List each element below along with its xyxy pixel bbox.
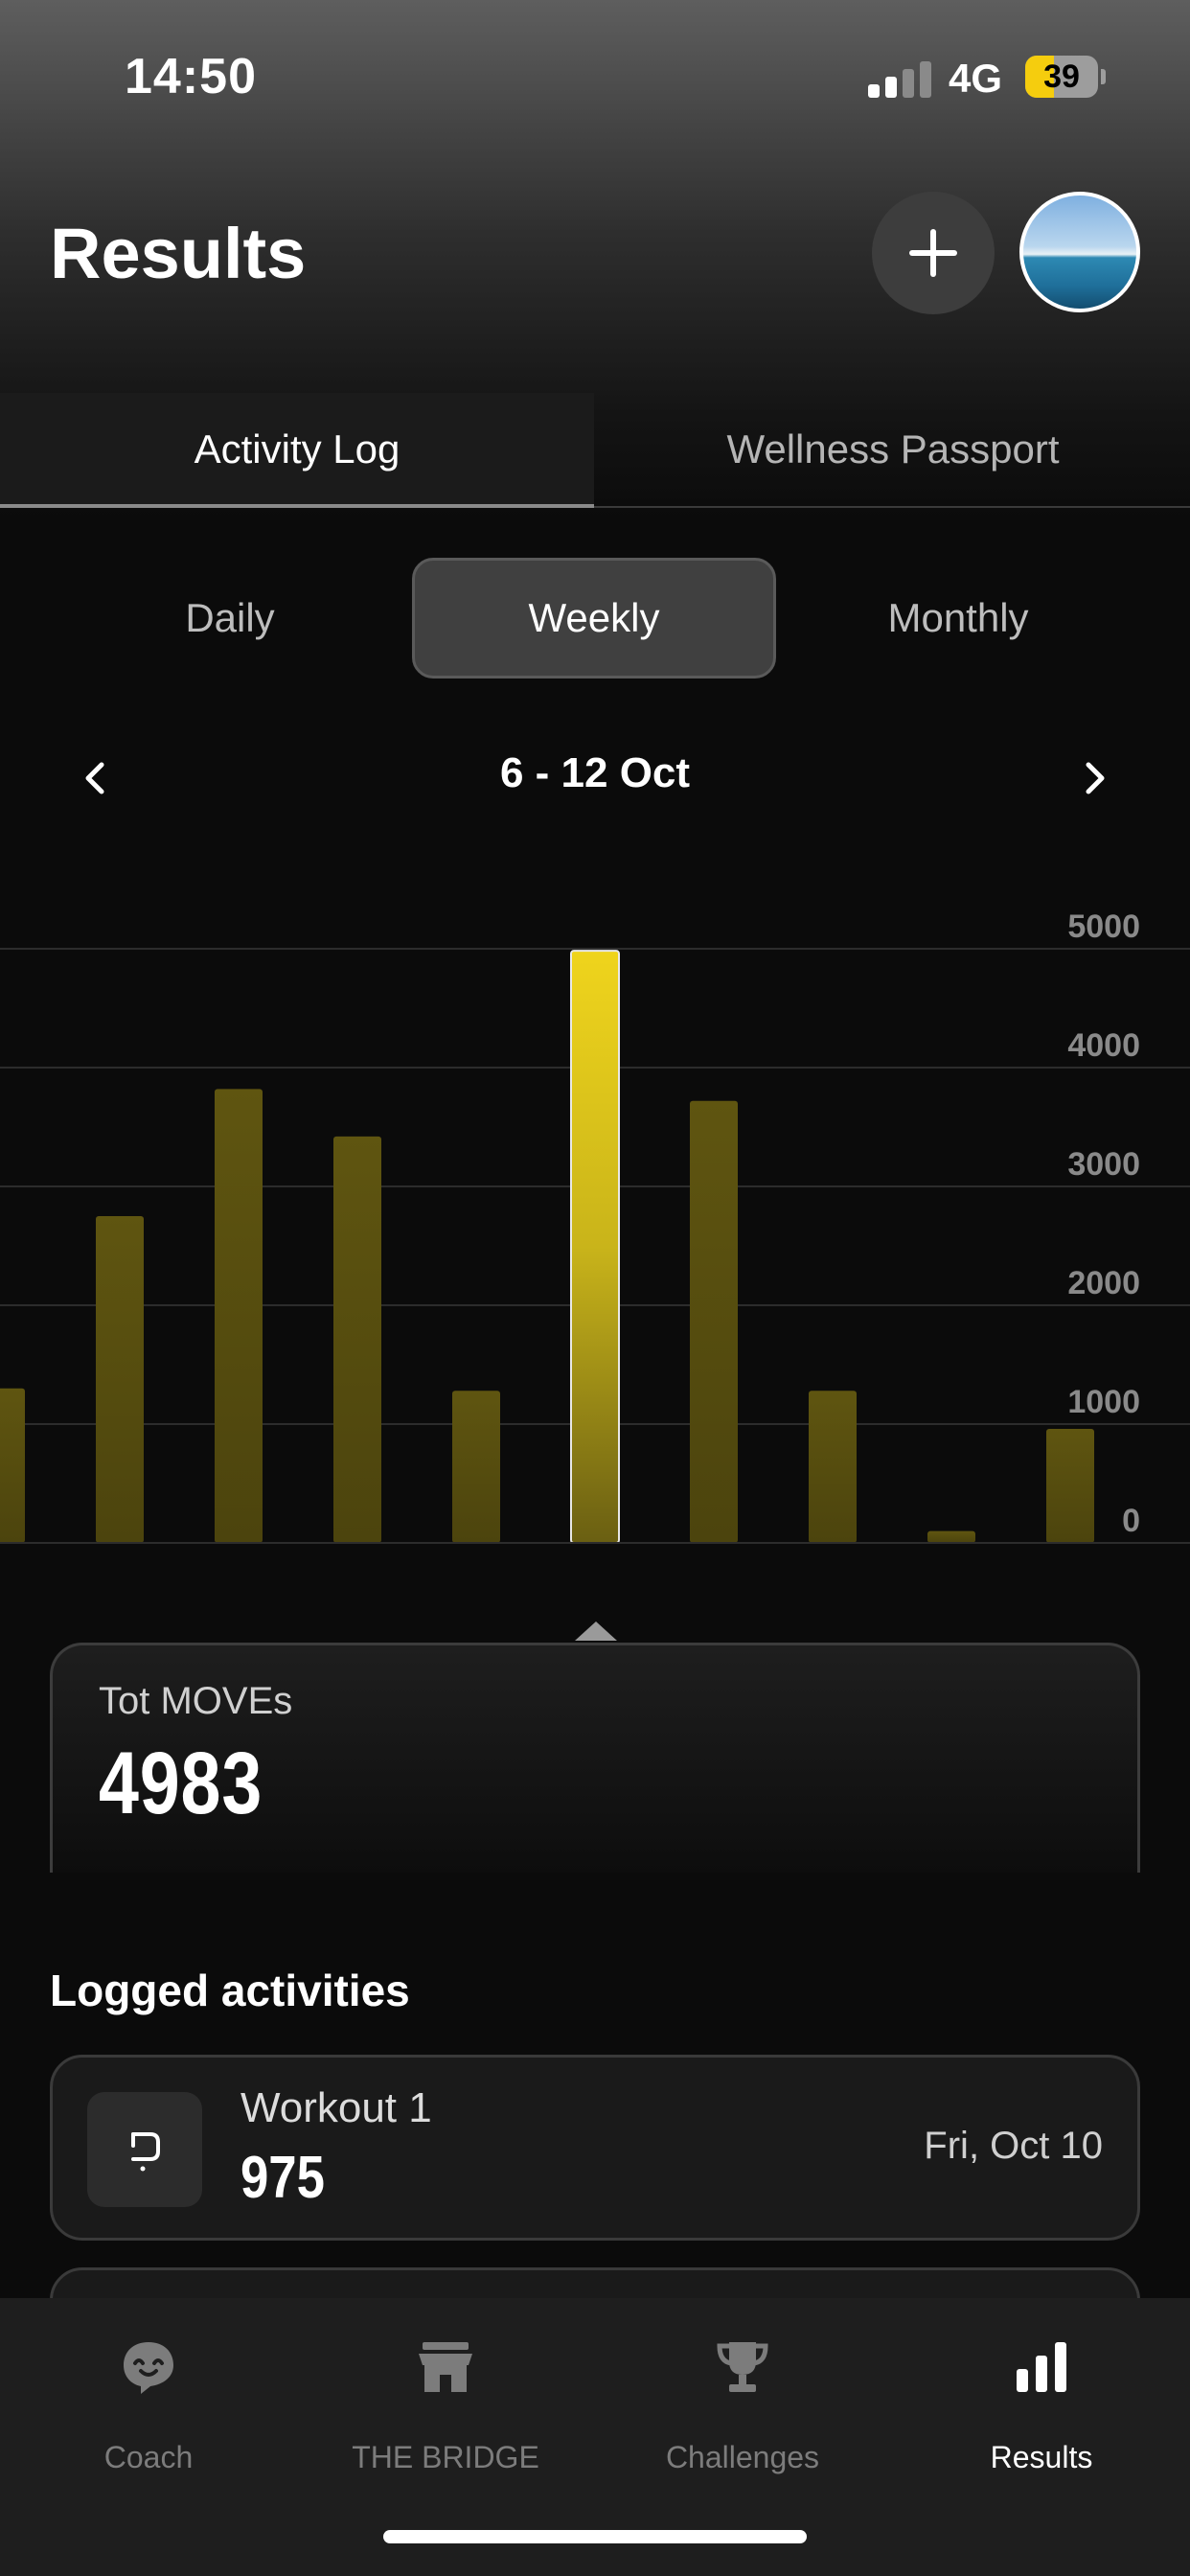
section-title-logged: Logged activities [50,1966,410,2015]
signal-icon [868,59,931,98]
plus-icon [909,229,957,277]
workout-icon [87,2092,202,2207]
nav-label-the-bridge: THE BRIDGE [352,2440,539,2474]
period-tab-weekly[interactable]: Weekly [412,558,776,678]
bar-chart-icon [1017,2342,1066,2392]
chart-bar[interactable] [1046,1428,1094,1543]
nav-item-the-bridge[interactable]: THE BRIDGE [302,2336,589,2490]
nav-label-coach: Coach [103,2440,194,2474]
nav-item-results[interactable]: Results [898,2336,1185,2490]
selected-bar-pointer [575,1622,617,1641]
chart-bar[interactable] [452,1391,500,1543]
chart-bar[interactable] [0,1388,25,1543]
nav-label-results: Results [990,2440,1093,2474]
y-tick-label: 3000 [1067,1146,1140,1183]
y-tick-label: 1000 [1067,1384,1140,1420]
home-indicator [383,2530,807,2543]
activity-card[interactable]: Workout 1 975 Fri, Oct 10 [50,2055,1140,2241]
add-button[interactable] [872,192,995,314]
tab-activity-log[interactable]: Activity Log [0,393,594,508]
chart-bar[interactable] [690,1100,738,1543]
activity-value: 975 [240,2145,325,2211]
chart-canvas [0,948,1190,1545]
main-tabs: Activity Log Wellness Passport [0,393,1190,508]
period-tab-daily[interactable]: Daily [48,558,412,678]
y-tick-label: 5000 [1067,908,1140,945]
nav-item-challenges[interactable]: Challenges [599,2336,886,2490]
chart-bar-selected[interactable] [570,950,620,1545]
battery-percent: 39 [1043,58,1080,95]
battery-icon: 39 [1025,56,1106,98]
chart-bar[interactable] [215,1089,263,1543]
moves-bar-chart: 5000 4000 3000 2000 1000 0 [0,862,1190,1562]
y-tick-label: 2000 [1067,1265,1140,1301]
store-icon [419,2342,472,2392]
y-tick-label: 0 [1122,1503,1140,1539]
page-title: Results [50,214,307,293]
coach-icon [124,2342,173,2394]
total-moves-card: Tot MOVEs 4983 [50,1643,1140,1873]
chevron-right-icon[interactable] [1065,749,1123,807]
tab-wellness-passport[interactable]: Wellness Passport [596,393,1190,508]
status-time: 14:50 [125,49,257,104]
chart-bar[interactable] [927,1530,975,1543]
network-type: 4G [949,56,1003,101]
y-tick-label: 4000 [1067,1027,1140,1064]
profile-avatar[interactable] [1019,192,1140,312]
total-value: 4983 [99,1735,263,1832]
nav-label-challenges: Challenges [665,2440,820,2474]
chevron-left-icon[interactable] [67,749,125,807]
activity-date: Fri, Oct 10 [924,2125,1103,2167]
chart-bar[interactable] [96,1216,144,1543]
nav-item-coach[interactable]: Coach [5,2336,292,2490]
chart-bar[interactable] [809,1391,857,1543]
activity-name: Workout 1 [240,2084,432,2131]
total-label: Tot MOVEs [99,1680,293,1722]
tab-active-indicator [0,504,594,508]
period-tab-monthly[interactable]: Monthly [776,558,1140,678]
trophy-icon [717,2342,768,2392]
chart-bar[interactable] [333,1136,381,1543]
date-range-label: 6 - 12 Oct [499,749,691,796]
